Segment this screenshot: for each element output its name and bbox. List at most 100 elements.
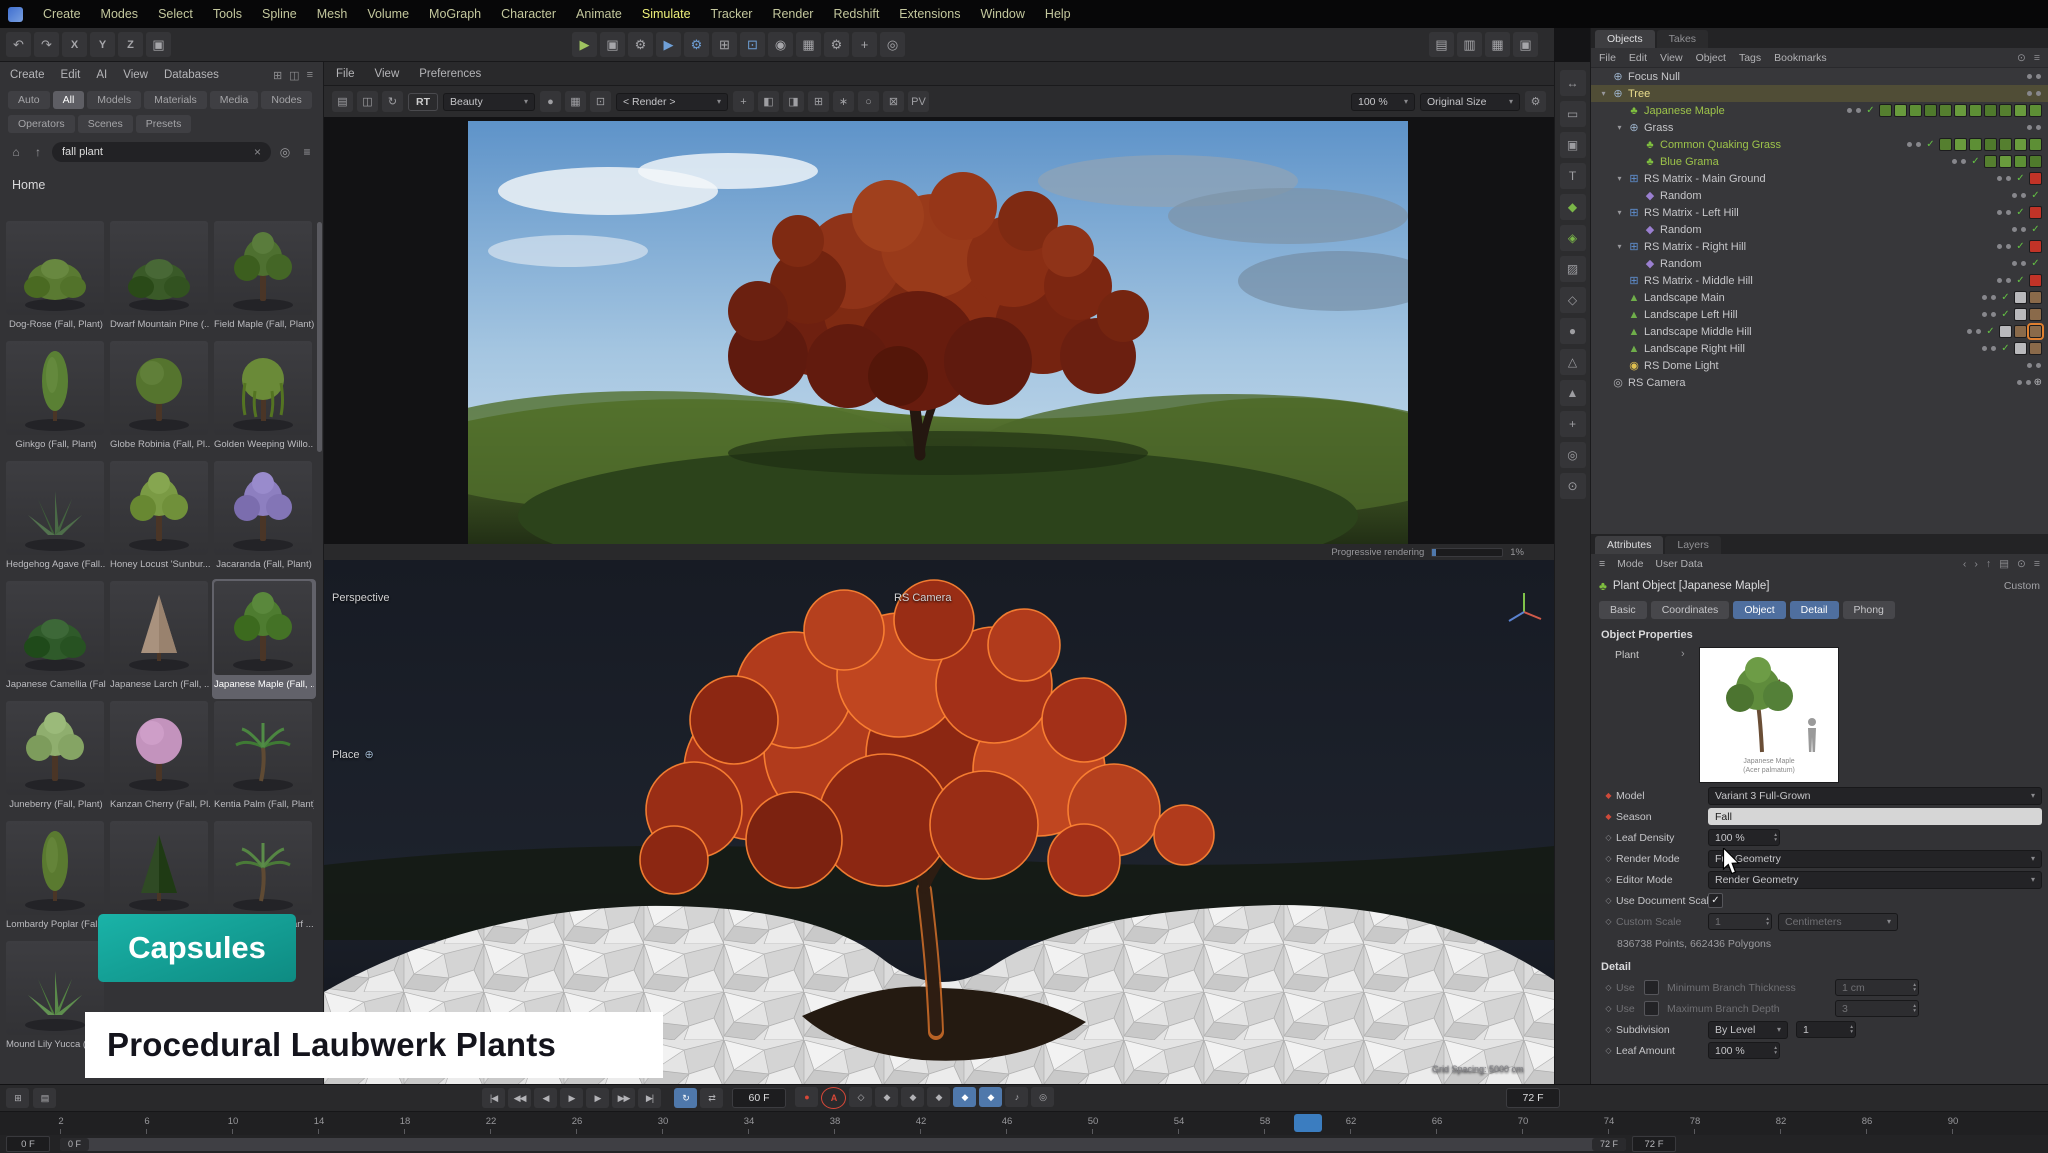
dropdown-by-level[interactable]: By Level▾ — [1708, 1021, 1788, 1039]
polygons-mode-icon[interactable]: ▲ — [1560, 380, 1586, 406]
material-chip[interactable] — [1924, 104, 1937, 117]
asset-item-japanese-camellia-fal[interactable]: Japanese Camellia (Fal... — [4, 579, 108, 699]
playhead-marker[interactable] — [1294, 1114, 1322, 1132]
menu-modes[interactable]: Modes — [91, 7, 149, 21]
filter-tab-nodes[interactable]: Nodes — [261, 91, 311, 109]
object-row-random[interactable]: ◆Random✓ — [1591, 255, 2048, 272]
render-visibility-dot[interactable] — [1991, 312, 1996, 317]
app-icon[interactable] — [8, 7, 23, 22]
split-view-icon[interactable]: ◨ — [783, 91, 804, 112]
enabled-check-icon[interactable]: ✓ — [2014, 207, 2027, 218]
render-region-button[interactable]: ▣ — [600, 32, 625, 57]
value-field-1-cm[interactable]: 1 cm▴▾ — [1835, 979, 1919, 996]
editor-visibility-dot[interactable] — [2017, 380, 2022, 385]
enabled-check-icon[interactable]: ✓ — [1969, 156, 1982, 167]
loop-button[interactable]: ↻ — [674, 1088, 697, 1108]
render-visibility-dot[interactable] — [2036, 125, 2041, 130]
enabled-check-icon[interactable]: ✓ — [2029, 224, 2042, 235]
previous-key-button[interactable]: ◀◀ — [508, 1088, 531, 1108]
object-row-focus-null[interactable]: ⊕Focus Null — [1591, 68, 2048, 85]
material-chip[interactable] — [1984, 138, 1997, 151]
dropdown-render-geometry[interactable]: Render Geometry▾ — [1708, 871, 2042, 889]
render-visibility-dot[interactable] — [2006, 278, 2011, 283]
timeline-ruler[interactable]: 2610141822263034384246505458626670747882… — [0, 1111, 2048, 1135]
clone-stamp-icon[interactable]: ○ — [858, 91, 879, 112]
menu-extensions[interactable]: Extensions — [889, 7, 970, 21]
layout-monitor-icon[interactable]: ▤ — [1429, 32, 1454, 57]
render-visibility-dot[interactable] — [2021, 227, 2026, 232]
panel-tab-takes[interactable]: Takes — [1657, 30, 1708, 48]
attr-tab-detail[interactable]: Detail — [1790, 601, 1839, 619]
dropdown-centimeters[interactable]: Centimeters▾ — [1778, 913, 1898, 931]
render-visibility-dot[interactable] — [1856, 108, 1861, 113]
texture-chip[interactable] — [2014, 291, 2027, 304]
category-tab-operators[interactable]: Operators — [8, 115, 75, 133]
pan-icon[interactable]: + — [733, 91, 754, 112]
render-visibility-dot[interactable] — [2006, 210, 2011, 215]
simulate-play-button[interactable]: ▶ — [656, 32, 681, 57]
record-point-level-button[interactable]: ◆ — [979, 1087, 1002, 1107]
go-to-end-button[interactable]: ▶| — [638, 1088, 661, 1108]
render-visibility-dot[interactable] — [2006, 176, 2011, 181]
grid-overlay-icon[interactable]: ▦ — [565, 91, 586, 112]
cube-icon[interactable]: ▣ — [1560, 132, 1586, 158]
axis-center-icon[interactable]: + — [852, 32, 877, 57]
float-icon[interactable]: ◫ — [289, 69, 299, 82]
asset-menu-edit[interactable]: Edit — [61, 69, 81, 81]
workplane-mode-icon[interactable]: ◇ — [1560, 287, 1586, 313]
asset-item-dog-rose-fall-plant[interactable]: Dog-Rose (Fall, Plant) — [4, 219, 108, 339]
range-end-field[interactable]: 72 F — [1632, 1136, 1676, 1152]
editor-visibility-dot[interactable] — [2027, 74, 2032, 79]
snapshot-icon[interactable]: ⊞ — [808, 91, 829, 112]
plane-icon[interactable]: ▭ — [1560, 101, 1586, 127]
value-field-100[interactable]: 100 %▴▾ — [1708, 829, 1780, 846]
rv-menu-preferences[interactable]: Preferences — [419, 68, 481, 80]
object-row-rs-matrix-left-hill[interactable]: ▾⊞RS Matrix - Left Hill✓ — [1591, 204, 2048, 221]
stepper-arrows-icon[interactable]: ▴▾ — [1909, 1004, 1916, 1014]
next-frame-button[interactable]: ▶ — [586, 1088, 609, 1108]
model-mode-icon[interactable]: ◈ — [1560, 225, 1586, 251]
stepper-arrows-icon[interactable]: ▴▾ — [1846, 1025, 1853, 1035]
previous-frame-button[interactable]: ◀ — [534, 1088, 557, 1108]
object-row-rs-camera[interactable]: ◎RS Camera⊕ — [1591, 374, 2048, 391]
editor-visibility-dot[interactable] — [2012, 193, 2017, 198]
menu-tools[interactable]: Tools — [203, 7, 252, 21]
editor-visibility-dot[interactable] — [1982, 295, 1987, 300]
attribute-burger-icon[interactable]: ≡ — [1599, 558, 1605, 570]
param-marker-icon[interactable]: ◇ — [1601, 1004, 1616, 1013]
search-icon[interactable]: ⊙ — [2017, 52, 2026, 64]
refresh-render-icon[interactable]: ↻ — [382, 91, 403, 112]
asset-menu-ai[interactable]: AI — [96, 69, 107, 81]
param-marker-icon[interactable]: ◇ — [1601, 833, 1616, 842]
expand-arrow-icon[interactable]: ▾ — [1613, 174, 1626, 183]
filter-icon[interactable]: ≡ — [2034, 52, 2040, 64]
asset-item-field-maple-fall-plant[interactable]: Field Maple (Fall, Plant) — [212, 219, 316, 339]
texture-chip[interactable] — [2029, 308, 2042, 321]
material-chip[interactable] — [1984, 104, 1997, 117]
zoom-dropdown[interactable]: 100 %▾ — [1351, 93, 1415, 111]
asset-item-lombardy-poplar-fall[interactable]: Lombardy Poplar (Fall... — [4, 819, 108, 939]
enabled-check-icon[interactable]: ✓ — [1999, 309, 2012, 320]
editor-visibility-dot[interactable] — [2027, 125, 2032, 130]
list-view-icon[interactable]: ≡ — [299, 145, 315, 159]
expand-arrow-icon[interactable]: ▾ — [1613, 242, 1626, 251]
magnet-icon[interactable]: ◉ — [768, 32, 793, 57]
panel-tab-objects[interactable]: Objects — [1595, 30, 1655, 48]
material-chip[interactable] — [1954, 104, 1967, 117]
asset-item-japanese-maple-fall[interactable]: Japanese Maple (Fall, ... — [212, 579, 316, 699]
menu-mograph[interactable]: MoGraph — [419, 7, 491, 21]
search-icon[interactable]: ⊙ — [2017, 558, 2026, 570]
value-field-1[interactable]: 1▴▾ — [1708, 913, 1772, 930]
attr-tab-object[interactable]: Object — [1733, 601, 1785, 619]
render-visibility-dot[interactable] — [2026, 380, 2031, 385]
filter-tab-media[interactable]: Media — [210, 91, 259, 109]
up-icon[interactable]: ↑ — [1986, 558, 1991, 570]
matrix-chip[interactable] — [2029, 206, 2042, 219]
end-frame-field[interactable]: 72 F — [1506, 1088, 1560, 1108]
menu-simulate[interactable]: Simulate — [632, 7, 701, 21]
category-tab-scenes[interactable]: Scenes — [78, 115, 133, 133]
param-marker-icon[interactable]: ◇ — [1601, 854, 1616, 863]
object-row-random[interactable]: ◆Random✓ — [1591, 221, 2048, 238]
forward-icon[interactable]: › — [1974, 558, 1978, 570]
region-render-icon[interactable]: ⊡ — [590, 91, 611, 112]
